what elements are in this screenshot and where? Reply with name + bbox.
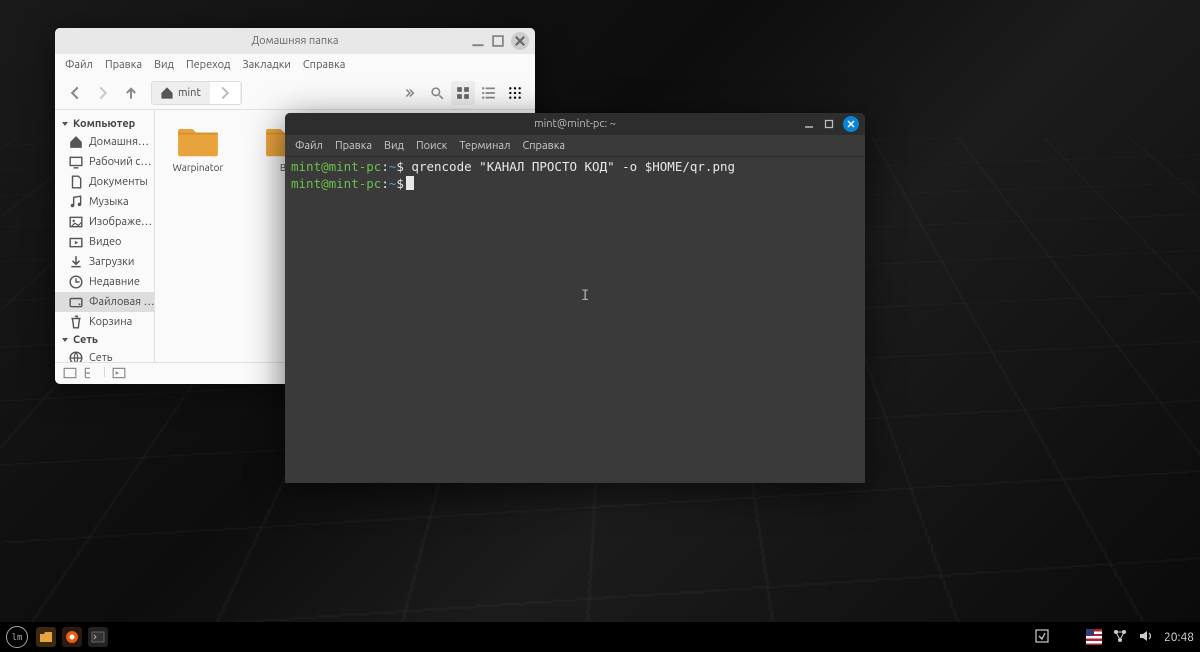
window-close-button[interactable] bbox=[511, 32, 529, 50]
filemanager-titlebar[interactable]: Домашняя папка bbox=[55, 28, 535, 54]
terminal-titlebar[interactable]: mint@mint-pc: ~ bbox=[285, 113, 865, 135]
sidebar-item-network[interactable]: Сеть bbox=[55, 348, 154, 362]
taskbar-files[interactable] bbox=[36, 627, 56, 647]
menu-edit[interactable]: Правка bbox=[105, 59, 142, 71]
sidebar-group-computer[interactable]: Компьютер bbox=[55, 116, 154, 132]
tray-clock[interactable]: 20:48 bbox=[1164, 631, 1194, 644]
status-places-icon[interactable] bbox=[63, 366, 77, 382]
sidebar-item-disk[interactable]: Файловая … bbox=[55, 292, 154, 312]
menu-help[interactable]: Справка bbox=[523, 140, 566, 152]
sidebar-item-trash[interactable]: Корзина bbox=[55, 312, 154, 332]
terminal-menubar: Файл Правка Вид Поиск Терминал Справка bbox=[285, 135, 865, 157]
menu-search[interactable]: Поиск bbox=[416, 140, 447, 152]
menu-view[interactable]: Вид bbox=[384, 140, 404, 152]
filemanager-title: Домашняя папка bbox=[251, 35, 338, 47]
folder-item[interactable]: Warpinator bbox=[163, 120, 233, 173]
view-list-button[interactable] bbox=[477, 81, 501, 105]
terminal-window: mint@mint-pc: ~ Файл Правка Вид Поиск Те… bbox=[285, 113, 865, 483]
menu-help[interactable]: Справка bbox=[303, 59, 346, 71]
menu-view[interactable]: Вид bbox=[154, 59, 174, 71]
status-terminal-icon[interactable] bbox=[112, 366, 126, 382]
path-segment-home[interactable]: mint bbox=[152, 82, 210, 104]
nav-back-button[interactable] bbox=[63, 81, 87, 105]
menu-bookmarks[interactable]: Закладки bbox=[242, 59, 290, 71]
filemanager-menubar: Файл Правка Вид Переход Закладки Справка bbox=[55, 54, 535, 76]
window-minimize-button[interactable] bbox=[471, 34, 485, 48]
sidebar-item-music[interactable]: Музыка bbox=[55, 192, 154, 212]
window-minimize-button[interactable] bbox=[803, 118, 815, 130]
path-segment-next[interactable] bbox=[210, 82, 241, 104]
window-maximize-button[interactable] bbox=[823, 118, 835, 130]
nav-up-button[interactable] bbox=[119, 81, 143, 105]
sidebar-item-download[interactable]: Загрузки bbox=[55, 252, 154, 272]
terminal-line: mint@mint-pc:~$ bbox=[291, 176, 859, 193]
search-button[interactable] bbox=[425, 81, 449, 105]
terminal-line: mint@mint-pc:~$ qrencode "КАНАЛ ПРОСТО К… bbox=[291, 159, 859, 176]
view-icons-button[interactable] bbox=[451, 81, 475, 105]
tray-updates-icon[interactable] bbox=[1034, 628, 1050, 647]
sidebar-item-desktop[interactable]: Рабочий с… bbox=[55, 152, 154, 172]
tray-volume-icon[interactable] bbox=[1138, 628, 1154, 647]
menu-file[interactable]: Файл bbox=[295, 140, 323, 152]
taskbar-terminal[interactable] bbox=[88, 627, 108, 647]
bottom-panel: lm 20:48 bbox=[0, 622, 1200, 652]
taskbar bbox=[36, 627, 108, 647]
terminal-body[interactable]: I mint@mint-pc:~$ qrencode "КАНАЛ ПРОСТО… bbox=[285, 157, 865, 483]
tray-keyboard-layout[interactable] bbox=[1086, 629, 1102, 645]
sidebar-item-image[interactable]: Изображе… bbox=[55, 212, 154, 232]
tray-shield-icon[interactable] bbox=[1060, 628, 1076, 647]
sidebar-item-doc[interactable]: Документы bbox=[55, 172, 154, 192]
filemanager-sidebar: Компьютер Домашня…Рабочий с…ДокументыМуз… bbox=[55, 110, 155, 362]
menu-edit[interactable]: Правка bbox=[335, 140, 372, 152]
window-close-button[interactable] bbox=[843, 116, 859, 132]
taskbar-browser[interactable] bbox=[62, 627, 82, 647]
menu-go[interactable]: Переход bbox=[186, 59, 230, 71]
sidebar-item-recent[interactable]: Недавние bbox=[55, 272, 154, 292]
menu-terminal[interactable]: Терминал bbox=[459, 140, 510, 152]
text-cursor-icon: I bbox=[581, 287, 589, 306]
nav-forward-button[interactable] bbox=[91, 81, 115, 105]
path-bar[interactable]: mint bbox=[151, 81, 242, 105]
toggle-pathbar-button[interactable] bbox=[399, 81, 423, 105]
svg-text:lm: lm bbox=[12, 633, 23, 643]
filemanager-toolbar: mint bbox=[55, 76, 535, 110]
start-menu-button[interactable]: lm bbox=[6, 626, 28, 648]
tray-network-icon[interactable] bbox=[1112, 628, 1128, 647]
home-icon bbox=[160, 86, 174, 100]
sidebar-item-home[interactable]: Домашня… bbox=[55, 132, 154, 152]
terminal-title: mint@mint-pc: ~ bbox=[534, 118, 616, 130]
view-compact-button[interactable] bbox=[503, 81, 527, 105]
sidebar-group-network[interactable]: Сеть bbox=[55, 332, 154, 348]
status-tree-icon[interactable] bbox=[83, 366, 97, 382]
menu-file[interactable]: Файл bbox=[65, 59, 93, 71]
system-tray: 20:48 bbox=[1034, 628, 1194, 647]
sidebar-item-video[interactable]: Видео bbox=[55, 232, 154, 252]
window-maximize-button[interactable] bbox=[491, 34, 505, 48]
